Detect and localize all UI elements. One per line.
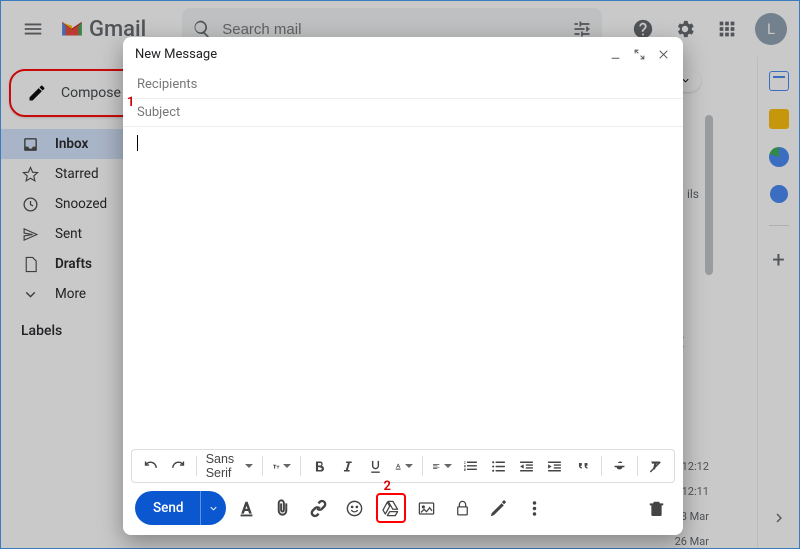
- calendar-addon-icon[interactable]: [769, 71, 789, 91]
- compose-header[interactable]: New Message: [123, 37, 683, 71]
- collapse-rail-icon[interactable]: [771, 510, 787, 530]
- tasks-addon-icon[interactable]: [769, 147, 789, 167]
- contacts-addon-icon[interactable]: [770, 185, 788, 203]
- numbered-list-icon[interactable]: [459, 453, 483, 479]
- insert-image-icon[interactable]: [412, 493, 442, 523]
- send-icon: [21, 226, 39, 243]
- search-options-icon[interactable]: [572, 19, 592, 39]
- redo-icon[interactable]: [166, 453, 190, 479]
- account-avatar[interactable]: L: [755, 13, 787, 45]
- more-options-icon[interactable]: [520, 493, 550, 523]
- keep-addon-icon[interactable]: [769, 109, 789, 129]
- remove-formatting-icon[interactable]: [644, 453, 668, 479]
- insert-link-icon[interactable]: [304, 493, 334, 523]
- scrollbar-thumb[interactable]: [705, 115, 713, 275]
- font-family-dropdown[interactable]: Sans Serif: [203, 453, 257, 479]
- rail-divider: [769, 225, 789, 226]
- underline-icon[interactable]: [363, 453, 387, 479]
- quote-icon[interactable]: [571, 453, 595, 479]
- compose-title: New Message: [135, 47, 217, 62]
- compose-dialog: New Message Recipients 1 Subject Sans Se…: [123, 37, 683, 535]
- add-addon-icon[interactable]: +: [772, 248, 784, 273]
- fullscreen-icon[interactable]: [631, 46, 647, 62]
- side-panel: +: [757, 57, 799, 548]
- formatting-toolbar: Sans Serif: [131, 449, 675, 483]
- recipients-field[interactable]: Recipients 1: [123, 71, 683, 99]
- clock-icon: [21, 196, 39, 213]
- strikethrough-icon[interactable]: [607, 453, 631, 479]
- annotation-1: 1: [127, 95, 134, 110]
- compose-body[interactable]: [123, 127, 683, 449]
- italic-icon[interactable]: [335, 453, 359, 479]
- apps-icon[interactable]: [707, 9, 747, 49]
- send-options-icon[interactable]: [200, 491, 226, 525]
- gmail-icon: [59, 16, 85, 42]
- insert-emoji-icon[interactable]: [340, 493, 370, 523]
- insert-drive-icon[interactable]: 2: [376, 493, 406, 523]
- confidential-mode-icon[interactable]: [448, 493, 478, 523]
- search-icon: [192, 19, 212, 39]
- search-input[interactable]: [222, 21, 562, 38]
- inbox-icon: [21, 136, 39, 153]
- indent-more-icon[interactable]: [543, 453, 567, 479]
- compose-label: Compose: [61, 85, 121, 101]
- text-color-icon[interactable]: [391, 453, 416, 479]
- subject-field[interactable]: Subject: [123, 99, 683, 127]
- main-menu-icon[interactable]: [13, 9, 53, 49]
- align-icon[interactable]: [429, 453, 454, 479]
- star-icon: [21, 166, 39, 183]
- close-icon[interactable]: [655, 46, 671, 62]
- send-button[interactable]: Send: [135, 491, 226, 525]
- insert-signature-icon[interactable]: [484, 493, 514, 523]
- chevron-down-icon: [21, 286, 39, 303]
- bulleted-list-icon[interactable]: [487, 453, 511, 479]
- list-time: 26 Mar: [675, 535, 709, 548]
- pencil-icon: [27, 83, 47, 103]
- compose-action-row: Send 2: [123, 489, 683, 535]
- undo-icon[interactable]: [138, 453, 162, 479]
- annotation-2: 2: [384, 479, 391, 494]
- compose-button[interactable]: Compose: [9, 69, 139, 117]
- text-cursor: [137, 135, 138, 151]
- formatting-toggle-icon[interactable]: [232, 493, 262, 523]
- font-size-dropdown[interactable]: [269, 453, 294, 479]
- bg-text-fragment: ils: [687, 187, 699, 201]
- bold-icon[interactable]: [307, 453, 331, 479]
- discard-draft-icon[interactable]: [641, 493, 671, 523]
- attach-file-icon[interactable]: [268, 493, 298, 523]
- minimize-icon[interactable]: [607, 46, 623, 62]
- indent-less-icon[interactable]: [515, 453, 539, 479]
- draft-icon: [21, 256, 39, 273]
